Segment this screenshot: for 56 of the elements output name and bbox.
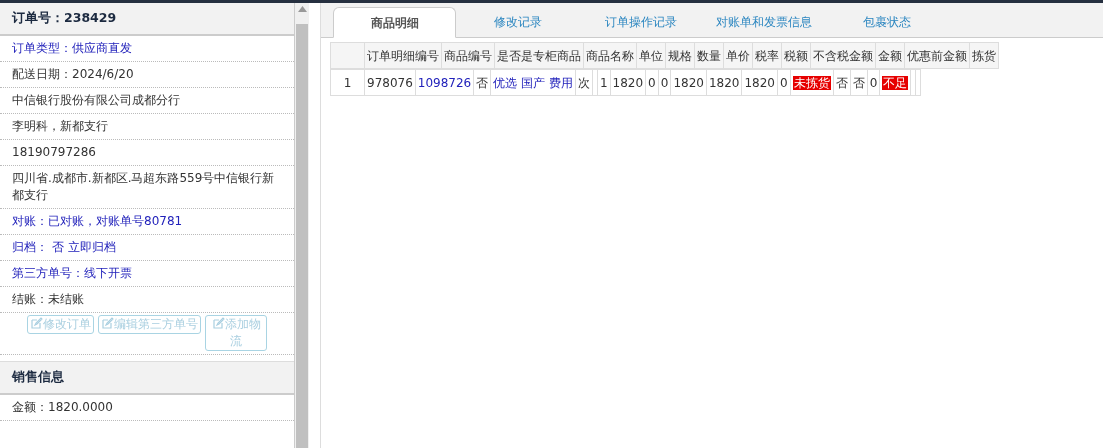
tab[interactable]: 包裹状态 bbox=[825, 7, 948, 37]
column-header: 单价 bbox=[723, 42, 753, 69]
table-cell: 0 bbox=[867, 69, 880, 96]
column-header: 税率 bbox=[752, 42, 782, 69]
scrollbar-thumb[interactable] bbox=[296, 24, 308, 448]
column-header: 金额 bbox=[875, 42, 905, 69]
tab[interactable]: 对账单和发票信息 bbox=[702, 7, 825, 37]
table-cell: 1820 bbox=[741, 69, 778, 96]
column-header: 订单明细编号 bbox=[364, 42, 442, 69]
column-header: 商品编号 bbox=[441, 42, 495, 69]
info-row: 四川省.成都市.新都区.马超东路559号中信银行新都支行 bbox=[0, 165, 294, 209]
row-number: 1 bbox=[330, 69, 365, 96]
edit-icon bbox=[101, 316, 114, 330]
edit-icon bbox=[211, 316, 225, 330]
info-row: 中信银行股份有限公司成都分行 bbox=[0, 87, 294, 114]
column-header: 商品名称 bbox=[583, 42, 637, 69]
info-row: 李明科，新都支行 bbox=[0, 113, 294, 140]
edit-icon bbox=[30, 316, 43, 330]
info-row: 金额：1820.0000 bbox=[0, 394, 294, 421]
table-cell: 1820 bbox=[610, 69, 646, 96]
status-flag: 不足 bbox=[882, 75, 909, 90]
table-cell: 0 bbox=[777, 69, 791, 96]
table-cell: 1820 bbox=[706, 69, 742, 96]
table-cell-link[interactable]: 1098726 bbox=[415, 69, 474, 96]
table-cell: 0 bbox=[658, 69, 671, 96]
column-header: 拣货 bbox=[969, 42, 999, 69]
info-row: 第三方单号：线下开票 bbox=[0, 260, 294, 287]
status-flag: 未拣货 bbox=[792, 75, 831, 90]
column-header: 数量 bbox=[694, 42, 724, 69]
table-cell: 否 bbox=[473, 69, 491, 96]
table-cell: 否 bbox=[850, 69, 868, 96]
info-row: 配送日期：2024/6/20 bbox=[0, 61, 294, 88]
column-header: 规格 bbox=[665, 42, 695, 69]
table-cell: 0 bbox=[645, 69, 659, 96]
info-row: 18190797286 bbox=[0, 139, 294, 166]
table-cell: 否 bbox=[833, 69, 851, 96]
panel-title: 订单号：238429 bbox=[0, 3, 294, 36]
panel-title: 销售信息 bbox=[0, 360, 294, 395]
column-header: 是否是专柜商品 bbox=[494, 42, 584, 69]
column-header: 单位 bbox=[636, 42, 666, 69]
tab[interactable]: 修改记录 bbox=[456, 7, 579, 37]
info-row: 归档： 否 立即归档 bbox=[0, 234, 294, 261]
column-header: 不含税金额 bbox=[810, 42, 876, 69]
table-cell-link[interactable]: 优选 国产 费用 bbox=[490, 69, 576, 96]
tab[interactable]: 商品明细 bbox=[333, 7, 456, 38]
column-header: 税额 bbox=[781, 42, 811, 69]
info-row: 结账：未结账 bbox=[0, 286, 294, 313]
table-cell: 次 bbox=[575, 69, 593, 96]
scroll-up-icon[interactable] bbox=[297, 6, 307, 12]
tab[interactable]: 订单操作记录 bbox=[579, 7, 702, 37]
info-row: 订单类型：供应商直发 bbox=[0, 35, 294, 62]
table-cell: 1 bbox=[597, 69, 611, 96]
table-cell: 978076 bbox=[364, 69, 416, 96]
info-row: 对账：已对账，对账单号80781 bbox=[0, 208, 294, 235]
column-header: 优惠前金额 bbox=[904, 42, 970, 69]
table-cell: 1820 bbox=[670, 69, 707, 96]
